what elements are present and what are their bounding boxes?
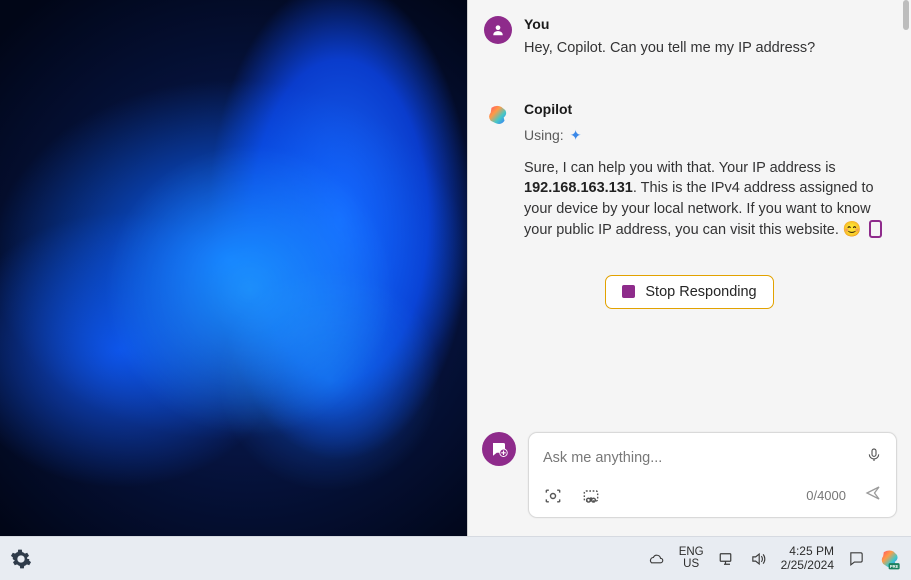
network-tray-icon[interactable] (718, 551, 736, 567)
image-search-icon[interactable] (543, 487, 563, 505)
settings-icon[interactable] (10, 548, 32, 570)
copilot-panel: You Hey, Copilot. Can you tell me my IP … (467, 0, 911, 536)
sparkle-icon: ✦ (570, 127, 582, 144)
prompt-input[interactable] (543, 450, 866, 466)
streaming-cursor (869, 220, 882, 238)
svg-text:PRE: PRE (890, 563, 899, 568)
smile-emoji: 😊 (843, 221, 862, 238)
copilot-message-text: Sure, I can help you with that. Your IP … (524, 158, 885, 241)
using-label: Using: (524, 127, 564, 143)
message-row-user: You Hey, Copilot. Can you tell me my IP … (468, 0, 911, 67)
new-topic-button[interactable] (482, 432, 516, 466)
notifications-tray-icon[interactable] (848, 550, 865, 567)
language-indicator[interactable]: ENG US (679, 547, 704, 570)
message-row-copilot: Copilot Using: ✦ Sure, I can help you wi… (468, 85, 911, 249)
sender-label-user: You (524, 16, 885, 32)
using-row: Using: ✦ (524, 127, 885, 144)
stop-responding-button[interactable]: Stop Responding (605, 275, 773, 309)
user-message-text: Hey, Copilot. Can you tell me my IP addr… (524, 38, 885, 59)
copilot-avatar-icon (484, 101, 512, 129)
char-counter: 0/4000 (806, 488, 846, 503)
stop-icon (622, 285, 635, 298)
snip-icon[interactable] (581, 487, 601, 505)
chat-scroll[interactable]: You Hey, Copilot. Can you tell me my IP … (468, 0, 911, 422)
desktop-wallpaper (0, 0, 467, 536)
sender-label-copilot: Copilot (524, 101, 885, 117)
ip-value: 192.168.163.131 (524, 180, 633, 196)
compose-box: 0/4000 (528, 432, 897, 518)
stop-responding-label: Stop Responding (645, 284, 756, 300)
taskbar: ENG US 4:25 PM 2/25/2024 (0, 536, 911, 580)
user-avatar-icon (484, 16, 512, 44)
send-button[interactable] (864, 484, 882, 507)
volume-tray-icon[interactable] (750, 551, 767, 567)
microphone-icon[interactable] (866, 445, 882, 470)
copilot-tray-icon[interactable]: PRE (879, 548, 901, 570)
onedrive-tray-icon[interactable] (647, 552, 665, 566)
clock-tray[interactable]: 4:25 PM 2/25/2024 (781, 545, 834, 571)
